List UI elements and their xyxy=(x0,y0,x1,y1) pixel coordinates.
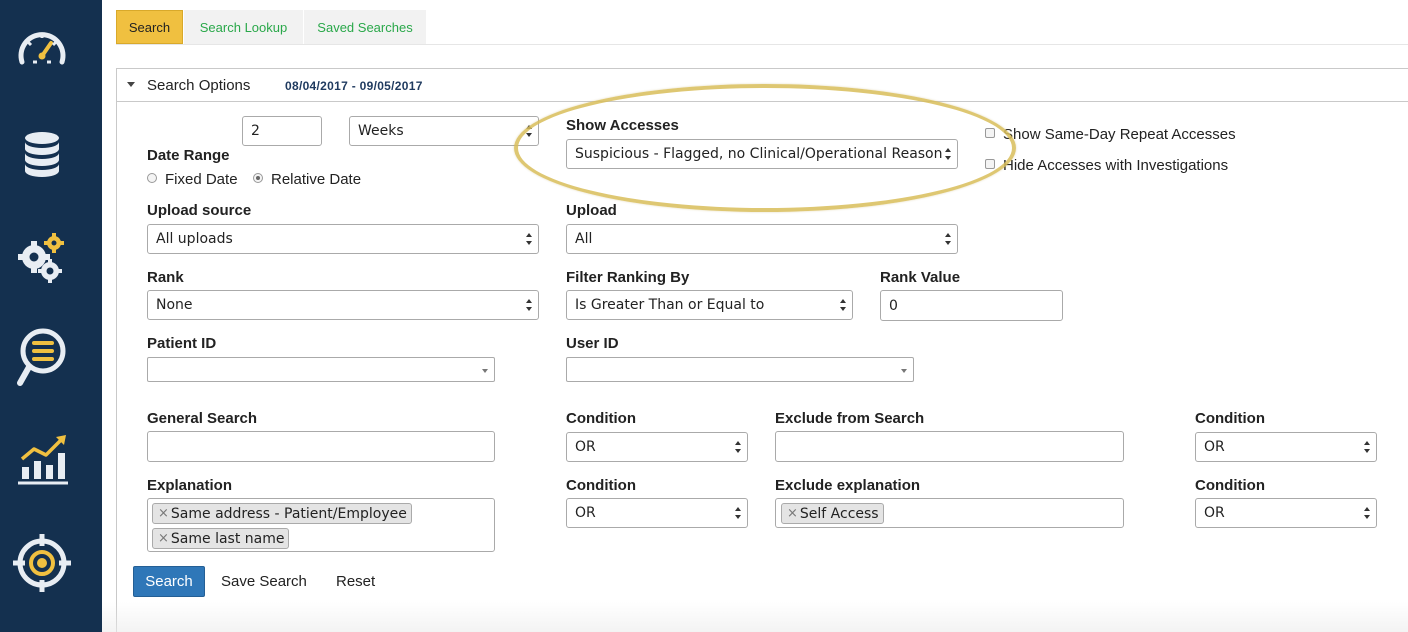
explanation-tag: × Same address - Patient/Employee xyxy=(152,503,412,524)
tag-label: Same address - Patient/Employee xyxy=(170,505,407,522)
collapse-caret-icon[interactable] xyxy=(127,82,135,87)
tab-label: Search xyxy=(128,19,171,35)
analytics-chart-icon[interactable] xyxy=(11,428,73,490)
dropdown-caret-icon xyxy=(482,368,488,373)
reset-button[interactable]: Reset xyxy=(336,573,375,590)
rank-value: None xyxy=(156,297,193,313)
select-arrows-icon xyxy=(735,441,742,453)
rank-value-input[interactable]: 0 xyxy=(880,290,1063,321)
dashboard-gauge-icon[interactable] xyxy=(11,20,73,82)
same-day-checkbox[interactable] xyxy=(985,128,995,138)
tag-remove-icon[interactable]: × xyxy=(158,531,169,546)
hide-investigations-label: Hide Accesses with Investigations xyxy=(1003,157,1229,174)
general-search-input[interactable] xyxy=(147,431,495,462)
exclude-explanation-condition-select[interactable]: OR xyxy=(1195,498,1377,528)
exclude-search-label: Exclude from Search xyxy=(775,410,925,427)
panel-title: Search Options xyxy=(147,77,251,94)
tabs-divider xyxy=(116,44,1408,45)
exclude-explanation-tag: × Self Access xyxy=(781,503,884,524)
explanation-condition-select[interactable]: OR xyxy=(566,498,748,528)
condition-label: Condition xyxy=(566,477,636,494)
dropdown-caret-icon xyxy=(901,368,907,373)
tab-label: Search Lookup xyxy=(199,19,288,35)
condition-label: Condition xyxy=(1195,477,1265,494)
relative-date-radio[interactable] xyxy=(253,173,263,183)
panel-header[interactable]: Search Options 08/04/2017 - 09/05/2017 xyxy=(117,69,1408,102)
select-arrows-icon xyxy=(945,148,952,160)
condition-value: OR xyxy=(575,439,596,455)
condition-value: OR xyxy=(575,505,596,521)
date-amount-input[interactable]: 2 xyxy=(242,116,322,146)
select-arrows-icon xyxy=(1364,507,1371,519)
filter-ranking-select[interactable]: Is Greater Than or Equal to xyxy=(566,290,853,320)
tag-remove-icon[interactable]: × xyxy=(787,506,798,521)
date-range-label: Date Range xyxy=(147,147,230,164)
show-accesses-select[interactable]: Suspicious - Flagged, no Clinical/Operat… xyxy=(566,139,958,169)
tab-saved-searches[interactable]: Saved Searches xyxy=(304,10,426,44)
rank-label: Rank xyxy=(147,269,184,286)
rank-value-label: Rank Value xyxy=(880,269,961,286)
search-button-label: Search xyxy=(145,573,193,590)
exclude-explanation-label: Exclude explanation xyxy=(775,477,921,494)
same-day-label: Show Same-Day Repeat Accesses xyxy=(1003,126,1236,143)
general-search-label: General Search xyxy=(147,410,258,427)
condition-label: Condition xyxy=(1195,410,1265,427)
show-accesses-value: Suspicious - Flagged, no Clinical/Operat… xyxy=(575,146,943,162)
upload-value: All xyxy=(575,231,593,247)
upload-label: Upload xyxy=(566,202,617,219)
explanation-label: Explanation xyxy=(147,477,233,494)
upload-source-label: Upload source xyxy=(147,202,252,219)
filter-ranking-value: Is Greater Than or Equal to xyxy=(575,297,765,313)
condition-label: Condition xyxy=(566,410,636,427)
select-arrows-icon xyxy=(526,125,533,137)
tab-search-lookup[interactable]: Search Lookup xyxy=(184,10,303,44)
condition-value: OR xyxy=(1204,439,1225,455)
search-list-icon[interactable] xyxy=(11,326,73,388)
upload-source-value: All uploads xyxy=(156,231,233,247)
select-arrows-icon xyxy=(1364,441,1371,453)
patient-id-combobox[interactable] xyxy=(147,357,495,382)
general-search-condition-select[interactable]: OR xyxy=(566,432,748,462)
patient-id-label: Patient ID xyxy=(147,335,217,352)
select-arrows-icon xyxy=(526,299,533,311)
tag-label: Same last name xyxy=(170,530,285,547)
date-summary: 08/04/2017 - 09/05/2017 xyxy=(285,79,423,93)
target-icon[interactable] xyxy=(11,532,73,594)
rank-value-value: 0 xyxy=(889,297,898,314)
user-id-label: User ID xyxy=(566,335,619,352)
tab-search[interactable]: Search xyxy=(116,10,183,44)
exclude-search-input[interactable] xyxy=(775,431,1124,462)
database-icon[interactable] xyxy=(11,124,73,186)
select-arrows-icon xyxy=(735,507,742,519)
tag-label: Self Access xyxy=(799,505,879,522)
fixed-date-label: Fixed Date xyxy=(165,171,238,188)
explanation-tag: × Same last name xyxy=(152,528,290,549)
save-search-button[interactable]: Save Search xyxy=(221,573,307,590)
filter-ranking-label: Filter Ranking By xyxy=(566,269,690,286)
select-arrows-icon xyxy=(840,299,847,311)
tab-label: Saved Searches xyxy=(317,19,413,35)
exclude-search-condition-select[interactable]: OR xyxy=(1195,432,1377,462)
upload-source-select[interactable]: All uploads xyxy=(147,224,539,254)
fixed-date-radio[interactable] xyxy=(147,173,157,183)
upload-select[interactable]: All xyxy=(566,224,958,254)
tag-remove-icon[interactable]: × xyxy=(158,506,169,521)
date-unit-value: Weeks xyxy=(358,123,404,139)
hide-investigations-checkbox[interactable] xyxy=(985,159,995,169)
date-unit-select[interactable]: Weeks xyxy=(349,116,539,146)
relative-date-label: Relative Date xyxy=(271,171,362,188)
sidebar xyxy=(0,0,102,632)
user-id-combobox[interactable] xyxy=(566,357,914,382)
search-button[interactable]: Search xyxy=(133,566,205,597)
settings-gears-icon[interactable] xyxy=(11,226,73,288)
show-accesses-label: Show Accesses xyxy=(566,117,679,134)
select-arrows-icon xyxy=(526,233,533,245)
select-arrows-icon xyxy=(945,233,952,245)
date-amount-value: 2 xyxy=(251,123,260,139)
rank-select[interactable]: None xyxy=(147,290,539,320)
condition-value: OR xyxy=(1204,505,1225,521)
